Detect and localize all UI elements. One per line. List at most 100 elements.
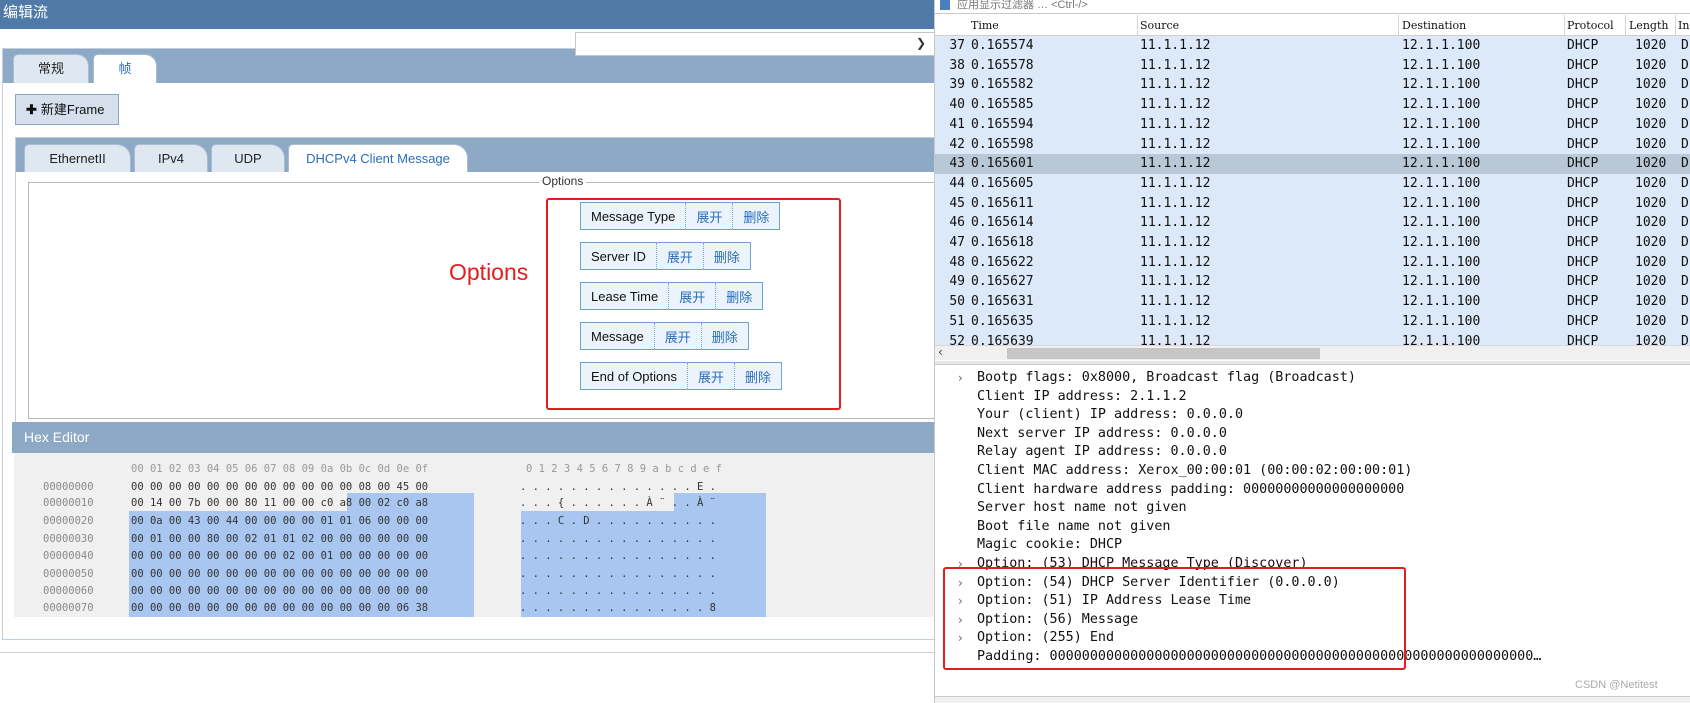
column-time[interactable]: Time <box>971 19 999 32</box>
hex-ascii[interactable]: . . . . . . . . . . . . . . . . <box>520 585 716 597</box>
packet-row[interactable]: 50 0.165631 11.1.1.12 12.1.1.100 DHCP 1020 D <box>935 292 1690 313</box>
hex-bytes[interactable]: 00 00 00 00 00 00 00 00 00 00 00 00 08 0… <box>131 481 428 493</box>
pane-splitter[interactable] <box>935 361 1690 365</box>
column-separator[interactable] <box>1625 15 1626 36</box>
packet-row[interactable]: 37 0.165574 11.1.1.12 12.1.1.100 DHCP 1020 D <box>935 36 1690 56</box>
column-source[interactable]: Source <box>1140 19 1179 32</box>
scrollbar-thumb[interactable] <box>1007 348 1320 359</box>
expand-button[interactable]: 展开 <box>655 323 702 349</box>
detail-line[interactable]: Relay agent IP address: 0.0.0.0 <box>977 444 1227 459</box>
plus-icon: ✚ <box>26 102 37 117</box>
packet-row[interactable]: 51 0.165635 11.1.1.12 12.1.1.100 DHCP 1020 D <box>935 311 1690 332</box>
column-separator[interactable] <box>1564 15 1565 36</box>
horizontal-scrollbar[interactable]: ‹ <box>935 345 1690 360</box>
tab-udp[interactable]: UDP <box>211 144 285 172</box>
display-filter-input[interactable]: 应用显示过滤器 … <Ctrl-/> <box>957 0 1088 11</box>
delete-button[interactable]: 删除 <box>716 283 762 309</box>
hex-bytes[interactable]: 00 00 00 00 00 00 00 00 02 00 01 00 00 0… <box>131 550 428 562</box>
packet-cell-info: D <box>1681 38 1689 53</box>
packet-row[interactable]: 47 0.165618 11.1.1.12 12.1.1.100 DHCP 1020 D <box>935 233 1690 253</box>
packet-row[interactable]: 43 0.165601 11.1.1.12 12.1.1.100 DHCP 1020 D <box>935 154 1690 175</box>
packet-cell-len: 1020 <box>1635 254 1667 270</box>
delete-button[interactable]: 删除 <box>702 323 748 349</box>
expand-button[interactable]: 展开 <box>688 363 736 389</box>
hex-bytes[interactable]: 00 00 00 00 00 00 00 00 00 00 00 00 00 0… <box>131 568 428 580</box>
hex-ascii[interactable]: . . . C . D . . . . . . . . . . <box>520 515 716 527</box>
packet-row[interactable]: 39 0.165582 11.1.1.12 12.1.1.100 DHCP 1020 D <box>935 75 1690 96</box>
packet-cell-info: D <box>1681 116 1689 132</box>
bookmark-icon[interactable] <box>940 0 950 10</box>
tab-ipv4[interactable]: IPv4 <box>134 144 208 172</box>
hex-bytes[interactable]: 00 00 00 00 00 00 00 00 00 00 00 00 00 0… <box>131 585 428 597</box>
packet-row[interactable]: 38 0.165578 11.1.1.12 12.1.1.100 DHCP 1020 D <box>935 55 1690 76</box>
hex-ascii[interactable]: . . . . . . . . . . . . . . . 8 <box>520 602 716 614</box>
column-separator[interactable] <box>1137 15 1138 36</box>
column-info[interactable]: In <box>1678 19 1689 32</box>
tab-general[interactable]: 常规 <box>13 54 89 83</box>
hex-bytes[interactable]: 00 01 00 00 80 00 02 01 01 02 00 00 00 0… <box>131 533 428 545</box>
packet-row[interactable]: 42 0.165598 11.1.1.12 12.1.1.100 DHCP 1020 D <box>935 134 1690 155</box>
packet-row[interactable]: 52 0.165639 11.1.1.12 12.1.1.100 DHCP 1020 D <box>935 331 1690 345</box>
detail-line[interactable]: Boot file name not given <box>977 519 1170 534</box>
packet-row[interactable]: 44 0.165605 11.1.1.12 12.1.1.100 DHCP 1020 D <box>935 173 1690 194</box>
packet-row[interactable]: 40 0.165585 11.1.1.12 12.1.1.100 DHCP 1020 D <box>935 95 1690 116</box>
expand-button[interactable]: 展开 <box>669 283 717 309</box>
hex-ascii[interactable]: . . . . . . . . . . . . . . . . <box>520 550 716 562</box>
detail-line[interactable]: Client hardware address padding: 0000000… <box>977 482 1404 497</box>
hex-bytes[interactable]: 00 00 00 00 00 00 00 00 00 00 00 00 00 0… <box>131 602 428 614</box>
detail-line[interactable]: Client MAC address: Xerox_00:00:01 (00:0… <box>977 463 1412 478</box>
packet-cell-no: 43 <box>949 156 965 172</box>
packet-row[interactable]: 49 0.165627 11.1.1.12 12.1.1.100 DHCP 1020 D <box>935 272 1690 293</box>
packet-cell-no: 47 <box>949 235 965 250</box>
detail-line[interactable]: Next server IP address: 0.0.0.0 <box>977 426 1227 441</box>
packet-cell-len: 1020 <box>1635 215 1667 231</box>
column-separator[interactable] <box>1398 15 1399 36</box>
detail-line[interactable]: Bootp flags: 0x8000, Broadcast flag (Bro… <box>977 370 1356 385</box>
packet-cell-proto: DHCP <box>1567 195 1599 211</box>
hex-bytes[interactable]: 00 14 00 7b 00 00 80 11 00 00 c0 a8 00 0… <box>131 497 428 509</box>
display-filter-bar[interactable]: 应用显示过滤器 … <Ctrl-/> <box>935 0 1690 14</box>
hex-ascii[interactable]: . . . { . . . . . . À ¨ . . À ¨ <box>520 497 716 509</box>
option-label: Server ID <box>581 243 657 269</box>
hex-ascii[interactable]: . . . . . . . . . . . . . . E . <box>520 481 716 493</box>
packet-cell-time: 0.165578 <box>971 57 1034 73</box>
expand-chevron-icon[interactable]: › <box>958 371 963 385</box>
tab-frame[interactable]: 帧 <box>93 54 157 83</box>
options-select[interactable]: ❯ <box>575 32 934 56</box>
delete-button[interactable]: 删除 <box>704 243 750 269</box>
packet-cell-time: 0.165605 <box>971 175 1034 191</box>
packet-row[interactable]: 48 0.165622 11.1.1.12 12.1.1.100 DHCP 1020 D <box>935 252 1690 273</box>
tab-dhcpv4-client-message[interactable]: DHCPv4 Client Message <box>288 144 468 172</box>
column-protocol[interactable]: Protocol <box>1567 19 1614 32</box>
packet-row[interactable]: 46 0.165614 11.1.1.12 12.1.1.100 DHCP 1020 D <box>935 213 1690 234</box>
packet-cell-no: 42 <box>949 136 965 152</box>
hex-editor-title: Hex Editor <box>12 422 934 453</box>
delete-button[interactable]: 删除 <box>735 363 781 389</box>
packet-cell-dst: 12.1.1.100 <box>1402 77 1481 93</box>
packet-list[interactable]: 37 0.165574 11.1.1.12 12.1.1.100 DHCP 1020 D 38… <box>935 36 1690 345</box>
hex-ascii[interactable]: . . . . . . . . . . . . . . . . <box>520 568 716 580</box>
packet-row[interactable]: 41 0.165594 11.1.1.12 12.1.1.100 DHCP 1020 D <box>935 114 1690 135</box>
packet-cell-len: 1020 <box>1635 274 1667 290</box>
hex-address: 00000010 <box>43 497 94 509</box>
column-destination[interactable]: Destination <box>1402 19 1466 32</box>
protocol-tab-strip: EthernetII IPv4 UDP DHCPv4 Client Messag… <box>16 138 934 172</box>
tab-ethernet[interactable]: EthernetII <box>24 144 131 172</box>
scroll-left-icon[interactable]: ‹ <box>938 345 943 359</box>
detail-line[interactable]: Magic cookie: DHCP <box>977 537 1122 552</box>
expand-button[interactable]: 展开 <box>686 203 734 229</box>
column-separator[interactable] <box>1675 15 1676 36</box>
column-length[interactable]: Length <box>1629 19 1668 32</box>
hex-address: 00000050 <box>43 568 94 580</box>
hex-bytes[interactable]: 00 0a 00 43 00 44 00 00 00 00 01 01 06 0… <box>131 515 428 527</box>
new-frame-button[interactable]: ✚ 新建Frame <box>15 94 119 125</box>
packet-cell-len: 1020 <box>1635 235 1667 250</box>
hex-editor[interactable]: 00 01 02 03 04 05 06 07 08 09 0a 0b 0c 0… <box>14 453 934 617</box>
delete-button[interactable]: 删除 <box>733 203 779 229</box>
detail-line[interactable]: Client IP address: 2.1.1.2 <box>977 389 1187 404</box>
hex-ascii[interactable]: . . . . . . . . . . . . . . . . <box>520 533 716 545</box>
packet-row[interactable]: 45 0.165611 11.1.1.12 12.1.1.100 DHCP 1020 D <box>935 193 1690 214</box>
expand-button[interactable]: 展开 <box>657 243 704 269</box>
detail-line[interactable]: Server host name not given <box>977 500 1187 515</box>
detail-line[interactable]: Your (client) IP address: 0.0.0.0 <box>977 407 1243 422</box>
